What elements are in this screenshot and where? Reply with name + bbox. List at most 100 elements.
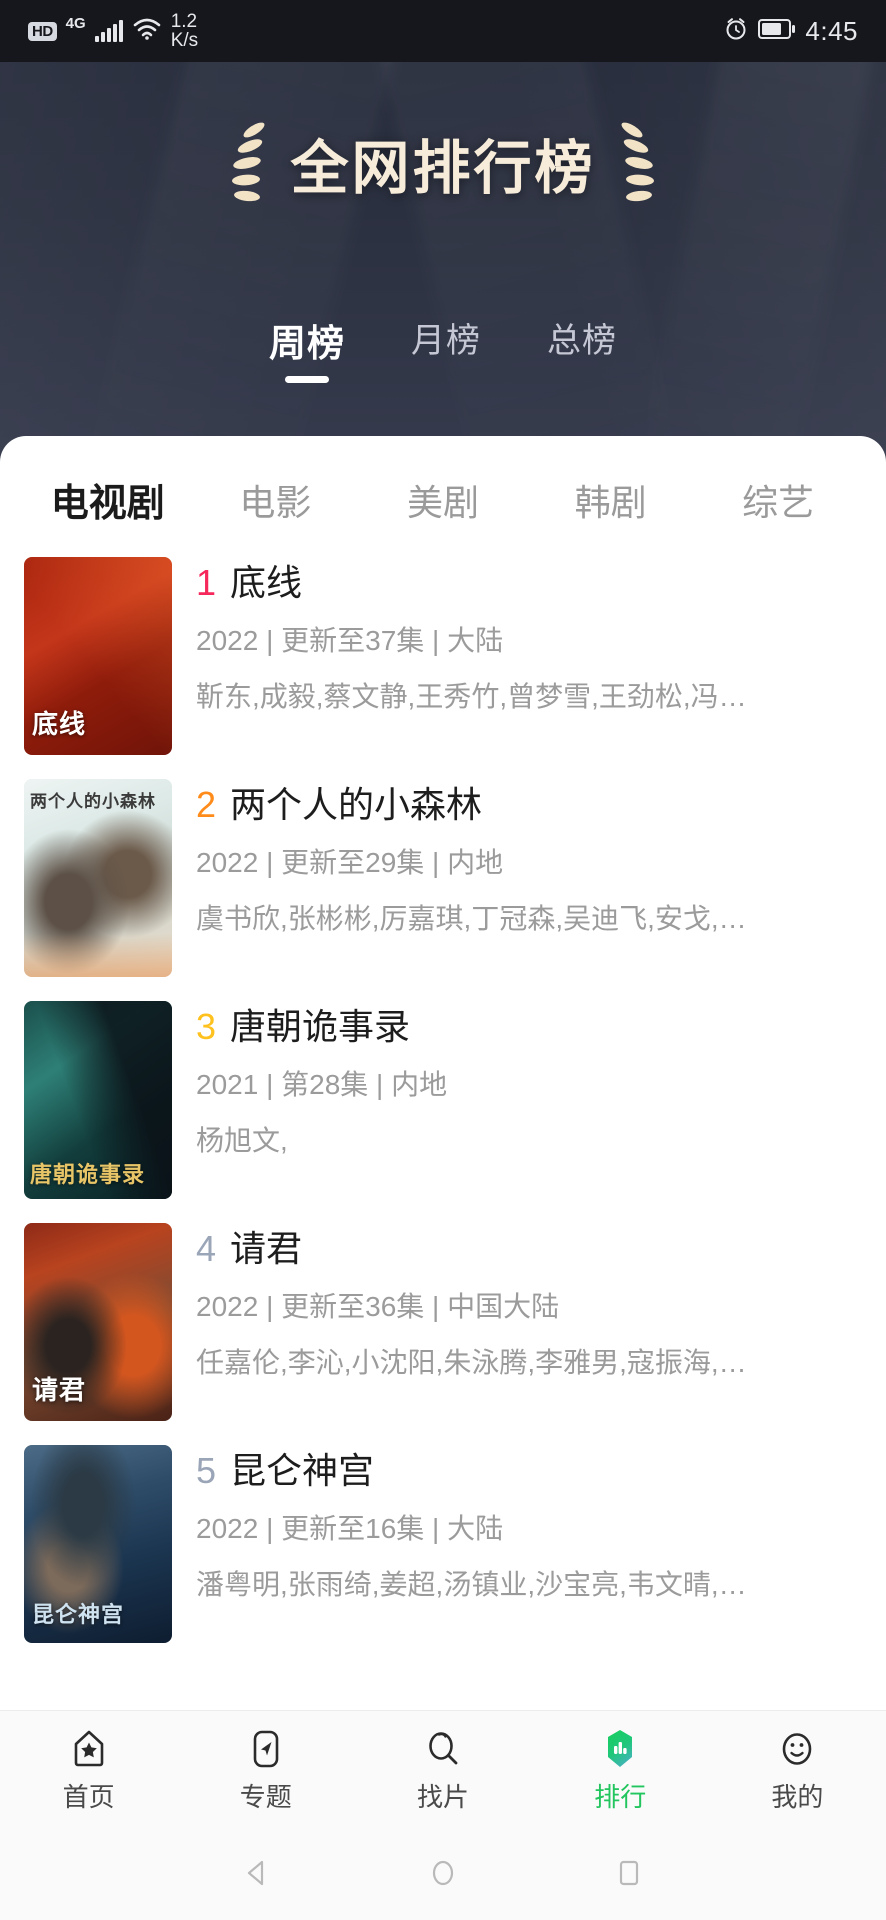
ranking-chart-icon bbox=[608, 1730, 633, 1767]
category-tab-variety[interactable]: 综艺 bbox=[694, 474, 862, 526]
show-info: 2022 | 更新至16集 | 大陆 bbox=[196, 1512, 504, 1544]
battery-icon bbox=[758, 18, 796, 45]
app-root: HD 4G 1.2 K/s 4:45 全网排行榜 周榜 月榜 总榜 电视剧 电影… bbox=[0, 0, 886, 1920]
poster-title: 请君 bbox=[32, 1375, 87, 1405]
period-tab-month-label: 月榜 bbox=[411, 322, 481, 360]
smiley-face-icon bbox=[783, 1733, 812, 1765]
show-title: 昆仑神宫 bbox=[230, 1450, 375, 1491]
period-tabs: 周榜 月榜 总榜 bbox=[0, 313, 886, 387]
page-title: 全网排行榜 bbox=[0, 120, 886, 206]
ranking-title-line: 4 请君 bbox=[196, 1229, 862, 1269]
period-tab-week-label: 周榜 bbox=[269, 323, 345, 364]
hd-icon: HD bbox=[28, 21, 57, 41]
rank-number: 3 bbox=[196, 1006, 217, 1047]
category-tab-tv[interactable]: 电视剧 bbox=[24, 472, 192, 527]
ranking-meta: 4 请君 2022 | 更新至36集 | 中国大陆 任嘉伦,李沁,小沈阳,朱泳腾… bbox=[196, 1223, 862, 1381]
wifi-icon bbox=[132, 17, 162, 46]
poster-thumbnail[interactable]: 请君 bbox=[24, 1223, 172, 1421]
compass-arrow-icon bbox=[253, 1730, 279, 1768]
show-info: 2022 | 更新至29集 | 内地 bbox=[196, 846, 504, 878]
period-tab-total[interactable]: 总榜 bbox=[547, 313, 617, 387]
ranking-title-line: 1 底线 bbox=[196, 563, 862, 603]
network-speed-value: 1.2 bbox=[170, 11, 198, 32]
poster-thumbnail[interactable]: 两个人的小森林 bbox=[24, 779, 172, 977]
poster-title: 底线 bbox=[32, 709, 87, 739]
show-cast: 杨旭文, bbox=[196, 1124, 288, 1156]
category-tab-movie[interactable]: 电影 bbox=[192, 474, 360, 526]
ranking-row[interactable]: 两个人的小森林 2 两个人的小森林 2022 | 更新至29集 | 内地 虞书欣… bbox=[0, 767, 886, 989]
nav-item-home[interactable]: 首页 bbox=[0, 1727, 177, 1814]
network-type-label: 4G bbox=[65, 14, 86, 32]
show-cast: 靳东,成毅,蔡文静,王秀竹,曾梦雪,王劲松,冯… bbox=[196, 680, 747, 712]
content-sheet: 电视剧 电影 美剧 韩剧 综艺 底线 1 底线 2022 | 更新至37集 | … bbox=[0, 436, 886, 1706]
show-info: 2022 | 更新至36集 | 中国大陆 bbox=[196, 1290, 560, 1322]
poster-title: 唐朝诡事录 bbox=[30, 1162, 146, 1187]
ranking-meta: 1 底线 2022 | 更新至37集 | 大陆 靳东,成毅,蔡文静,王秀竹,曾梦… bbox=[196, 557, 862, 715]
nav-item-topics-label: 专题 bbox=[239, 1782, 292, 1812]
ranking-row[interactable]: 唐朝诡事录 3 唐朝诡事录 2021 | 第28集 | 内地 杨旭文, bbox=[0, 989, 886, 1211]
status-bar-right: 4:45 bbox=[723, 16, 858, 47]
laurel-left-icon bbox=[232, 122, 265, 202]
poster-thumbnail[interactable]: 唐朝诡事录 bbox=[24, 1001, 172, 1199]
nav-item-search[interactable]: 找片 bbox=[354, 1727, 531, 1814]
alarm-icon bbox=[723, 16, 749, 47]
rank-number: 1 bbox=[196, 562, 217, 603]
category-tab-variety-label: 综艺 bbox=[742, 481, 815, 523]
period-tab-month[interactable]: 月榜 bbox=[411, 313, 481, 387]
android-navigation-bar bbox=[0, 1830, 886, 1920]
home-circle-icon[interactable] bbox=[425, 1855, 461, 1896]
poster-thumbnail[interactable]: 底线 bbox=[24, 557, 172, 755]
laurel-right-icon bbox=[621, 122, 654, 202]
ranking-list: 底线 1 底线 2022 | 更新至37集 | 大陆 靳东,成毅,蔡文静,王秀竹… bbox=[0, 545, 886, 1661]
ranking-title-line: 5 昆仑神宫 bbox=[196, 1451, 862, 1491]
network-speed: 1.2 K/s bbox=[171, 12, 198, 50]
ranking-meta: 3 唐朝诡事录 2021 | 第28集 | 内地 杨旭文, bbox=[196, 1001, 862, 1159]
period-tab-total-label: 总榜 bbox=[547, 322, 617, 360]
show-title: 请君 bbox=[230, 1228, 303, 1269]
home-star-icon bbox=[74, 1730, 103, 1767]
back-triangle-icon[interactable] bbox=[239, 1855, 275, 1896]
light-beam bbox=[637, 0, 886, 470]
status-bar: HD 4G 1.2 K/s 4:45 bbox=[0, 0, 886, 62]
category-tab-tv-label: 电视剧 bbox=[50, 483, 165, 525]
poster-title: 两个人的小森林 bbox=[30, 792, 156, 811]
nav-item-mine[interactable]: 我的 bbox=[709, 1727, 886, 1814]
poster-thumbnail[interactable]: 昆仑神宫 bbox=[24, 1445, 172, 1643]
recents-square-icon[interactable] bbox=[611, 1855, 647, 1896]
hero-header: HD 4G 1.2 K/s 4:45 全网排行榜 周榜 月榜 总榜 bbox=[0, 0, 886, 470]
rank-number: 2 bbox=[196, 784, 217, 825]
nav-item-mine-label: 我的 bbox=[771, 1782, 824, 1812]
category-tab-kr[interactable]: 韩剧 bbox=[527, 474, 695, 526]
nav-item-topics[interactable]: 专题 bbox=[177, 1727, 354, 1814]
category-tab-kr-label: 韩剧 bbox=[574, 481, 647, 523]
signal-bars-icon bbox=[94, 20, 123, 42]
show-title: 两个人的小森林 bbox=[230, 784, 483, 825]
period-tab-week[interactable]: 周榜 bbox=[269, 313, 345, 387]
show-info: 2021 | 第28集 | 内地 bbox=[196, 1068, 448, 1100]
nav-item-home-label: 首页 bbox=[62, 1782, 115, 1812]
ranking-row[interactable]: 昆仑神宫 5 昆仑神宫 2022 | 更新至16集 | 大陆 潘粤明,张雨绮,姜… bbox=[0, 1433, 886, 1655]
show-title: 唐朝诡事录 bbox=[230, 1006, 411, 1047]
nav-item-ranking-label: 排行 bbox=[594, 1782, 647, 1812]
nav-item-search-label: 找片 bbox=[417, 1782, 470, 1812]
ranking-row[interactable]: 底线 1 底线 2022 | 更新至37集 | 大陆 靳东,成毅,蔡文静,王秀竹… bbox=[0, 545, 886, 767]
show-info: 2022 | 更新至37集 | 大陆 bbox=[196, 624, 504, 656]
search-icon bbox=[429, 1732, 458, 1765]
network-speed-unit: K/s bbox=[170, 30, 199, 51]
nav-item-ranking[interactable]: 排行 bbox=[532, 1727, 709, 1814]
ranking-title-line: 2 两个人的小森林 bbox=[196, 785, 862, 825]
rank-number: 4 bbox=[196, 1228, 217, 1269]
light-beam bbox=[85, 0, 415, 470]
light-beam bbox=[359, 0, 681, 470]
page-title-text: 全网排行榜 bbox=[290, 136, 596, 201]
category-tab-us[interactable]: 美剧 bbox=[359, 474, 527, 526]
ranking-title-line: 3 唐朝诡事录 bbox=[196, 1007, 862, 1047]
status-bar-left: HD 4G 1.2 K/s bbox=[28, 12, 198, 50]
show-cast: 虞书欣,张彬彬,厉嘉琪,丁冠森,吴迪飞,安戈,… bbox=[196, 902, 747, 934]
show-cast: 任嘉伦,李沁,小沈阳,朱泳腾,李雅男,寇振海,… bbox=[196, 1346, 747, 1378]
ranking-row[interactable]: 请君 4 请君 2022 | 更新至36集 | 中国大陆 任嘉伦,李沁,小沈阳,… bbox=[0, 1211, 886, 1433]
show-cast: 潘粤明,张雨绮,姜超,汤镇业,沙宝亮,韦文晴,… bbox=[196, 1568, 747, 1600]
category-tab-us-label: 美剧 bbox=[406, 481, 479, 523]
category-tab-movie-label: 电影 bbox=[239, 481, 312, 523]
bottom-navigation: 首页 专题 找片 排行 我的 bbox=[0, 1710, 886, 1830]
